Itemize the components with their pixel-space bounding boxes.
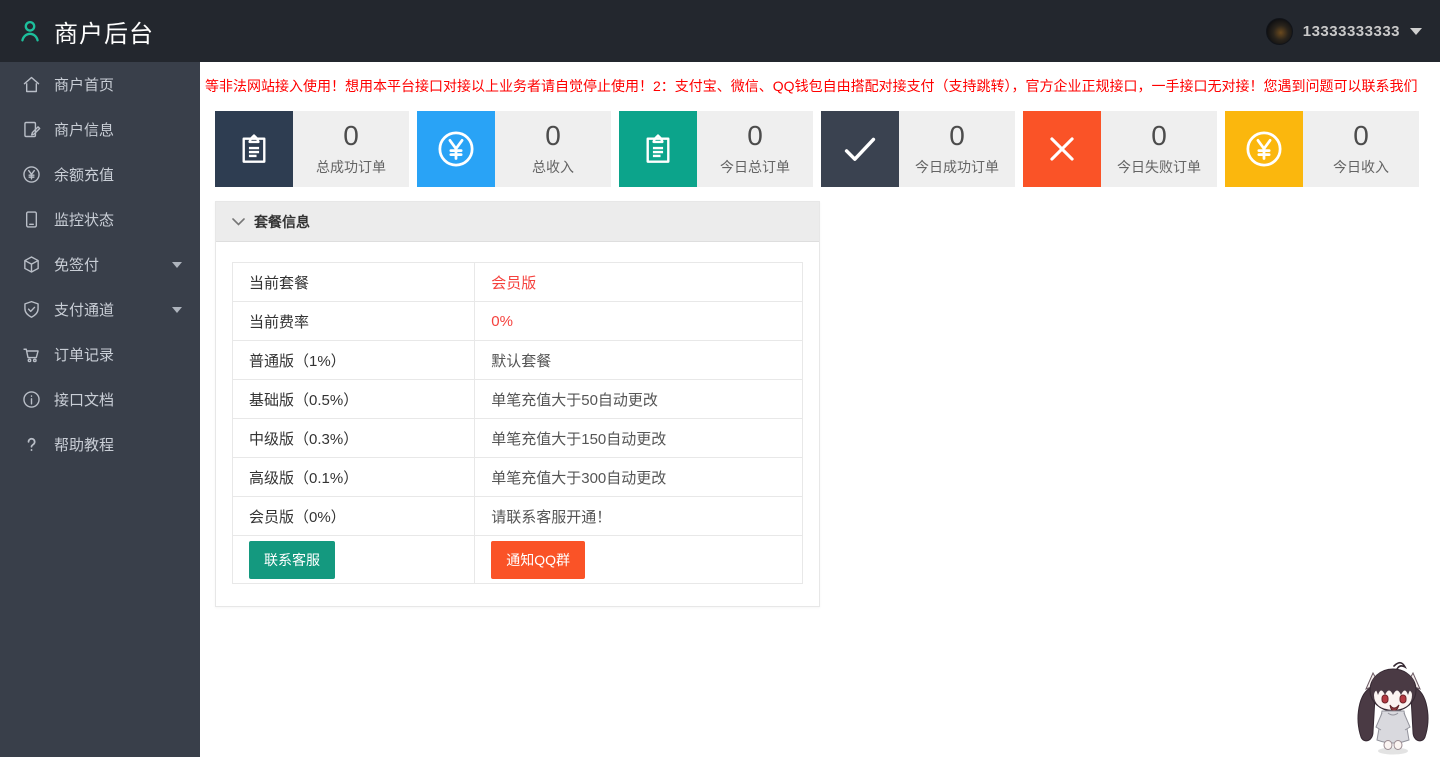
- stat-value: 0: [697, 120, 813, 152]
- shield-check-icon: [20, 299, 42, 321]
- row-label: 高级版（0.1%）: [233, 458, 475, 497]
- user-menu[interactable]: 13333333333: [1266, 0, 1422, 62]
- info-circle-icon: [20, 389, 42, 411]
- stat-card-today-success-orders: 0 今日成功订单: [821, 111, 1015, 187]
- table-row: 当前费率 0%: [233, 302, 803, 341]
- stat-value: 0: [899, 120, 1015, 152]
- sidebar-item-payment-channel[interactable]: 支付通道: [0, 287, 200, 332]
- notice-marquee: 等非法网站接入使用！想用本平台接口对接以上业务者请自觉停止使用！2：支付宝、微信…: [205, 76, 1440, 96]
- notify-qq-group-button[interactable]: 通知QQ群: [491, 541, 585, 579]
- row-value: 请联系客服开通！: [475, 497, 803, 536]
- table-row: 高级版（0.1%） 单笔充值大于300自动更改: [233, 458, 803, 497]
- chevron-down-icon: [172, 307, 182, 313]
- row-value: 0%: [475, 302, 803, 341]
- table-row: 中级版（0.3%） 单笔充值大于150自动更改: [233, 419, 803, 458]
- chevron-down-icon: [172, 262, 182, 268]
- sidebar-item-no-sign-pay[interactable]: 免签付: [0, 242, 200, 287]
- sidebar-item-label: 监控状态: [54, 209, 114, 230]
- sidebar-item-label: 接口文档: [54, 389, 114, 410]
- stat-label: 今日失败订单: [1101, 157, 1217, 177]
- stat-value: 0: [1303, 120, 1419, 152]
- table-row: 普通版（1%） 默认套餐: [233, 341, 803, 380]
- row-label: 当前套餐: [233, 263, 475, 302]
- sidebar-item-label: 商户信息: [54, 119, 114, 140]
- sidebar-item-home[interactable]: 商户首页: [0, 62, 200, 107]
- top-header: 商户后台 13333333333: [0, 0, 1440, 62]
- yen-circle-icon: [1225, 111, 1303, 187]
- sidebar-item-label: 帮助教程: [54, 434, 114, 455]
- stat-value: 0: [495, 120, 611, 152]
- stat-label: 总收入: [495, 157, 611, 177]
- chevron-down-icon: [1410, 28, 1422, 35]
- row-label: 基础版（0.5%）: [233, 380, 475, 419]
- yen-circle-icon: [417, 111, 495, 187]
- home-icon: [20, 74, 42, 96]
- yen-circle-icon: [20, 164, 42, 186]
- row-label: 会员版（0%）: [233, 497, 475, 536]
- mascot-image: [1348, 657, 1438, 757]
- row-value: 默认套餐: [475, 341, 803, 380]
- merchant-logo-icon: [16, 17, 44, 45]
- merchant-info-icon: [20, 119, 42, 141]
- table-row: 当前套餐 会员版: [233, 263, 803, 302]
- package-table: 当前套餐 会员版 当前费率 0% 普通版（1%） 默认套餐 基础版（0.5%） …: [232, 262, 803, 584]
- sidebar-item-help-tutorial[interactable]: 帮助教程: [0, 422, 200, 467]
- stat-label: 今日收入: [1303, 157, 1419, 177]
- stat-card-today-failed-orders: 0 今日失败订单: [1023, 111, 1217, 187]
- stat-label: 今日成功订单: [899, 157, 1015, 177]
- row-value: 会员版: [475, 263, 803, 302]
- package-panel-header[interactable]: 套餐信息: [216, 202, 819, 242]
- sidebar: 商户首页 商户信息 余额充值 监控状态 免签付 支付通道: [0, 62, 200, 757]
- brand: 商户后台: [0, 14, 154, 49]
- sidebar-item-label: 余额充值: [54, 164, 114, 185]
- table-row: 基础版（0.5%） 单笔充值大于50自动更改: [233, 380, 803, 419]
- sidebar-item-label: 商户首页: [54, 74, 114, 95]
- cube-icon: [20, 254, 42, 276]
- stat-label: 今日总订单: [697, 157, 813, 177]
- stat-card-today-income: 0 今日收入: [1225, 111, 1419, 187]
- main-content: 等非法网站接入使用！想用本平台接口对接以上业务者请自觉停止使用！2：支付宝、微信…: [200, 62, 1440, 757]
- monitor-phone-icon: [20, 209, 42, 231]
- sidebar-item-label: 免签付: [54, 254, 99, 275]
- stat-value: 0: [1101, 120, 1217, 152]
- row-label: 中级版（0.3%）: [233, 419, 475, 458]
- sidebar-item-label: 订单记录: [54, 344, 114, 365]
- row-label: 普通版（1%）: [233, 341, 475, 380]
- stat-value: 0: [293, 120, 409, 152]
- stat-label: 总成功订单: [293, 157, 409, 177]
- close-icon: [1023, 111, 1101, 187]
- sidebar-item-api-docs[interactable]: 接口文档: [0, 377, 200, 422]
- cart-icon: [20, 344, 42, 366]
- row-value: 单笔充值大于50自动更改: [475, 380, 803, 419]
- sidebar-item-balance-recharge[interactable]: 余额充值: [0, 152, 200, 197]
- chevron-down-icon: [232, 213, 245, 231]
- sidebar-item-monitor-status[interactable]: 监控状态: [0, 197, 200, 242]
- sidebar-item-label: 支付通道: [54, 299, 114, 320]
- question-icon: [20, 434, 42, 456]
- stat-cards-row: 0 总成功订单 0 总收入 0 今日总订单: [215, 111, 1427, 187]
- clipboard-icon: [619, 111, 697, 187]
- sidebar-item-merchant-info[interactable]: 商户信息: [0, 107, 200, 152]
- stat-card-total-income: 0 总收入: [417, 111, 611, 187]
- clipboard-icon: [215, 111, 293, 187]
- package-info-panel: 套餐信息 当前套餐 会员版 当前费率 0% 普通版（1%） 默认套餐: [215, 201, 820, 607]
- app-title: 商户后台: [54, 14, 154, 49]
- row-value: 单笔充值大于150自动更改: [475, 419, 803, 458]
- check-icon: [821, 111, 899, 187]
- user-phone: 13333333333: [1303, 23, 1400, 40]
- row-value: 单笔充值大于300自动更改: [475, 458, 803, 497]
- panel-title: 套餐信息: [254, 212, 310, 232]
- contact-support-button[interactable]: 联系客服: [249, 541, 335, 579]
- table-row: 会员版（0%） 请联系客服开通！: [233, 497, 803, 536]
- avatar[interactable]: [1266, 18, 1293, 45]
- row-label: 当前费率: [233, 302, 475, 341]
- sidebar-item-order-records[interactable]: 订单记录: [0, 332, 200, 377]
- table-row-buttons: 联系客服 通知QQ群: [233, 536, 803, 584]
- stat-card-today-total-orders: 0 今日总订单: [619, 111, 813, 187]
- stat-card-total-success-orders: 0 总成功订单: [215, 111, 409, 187]
